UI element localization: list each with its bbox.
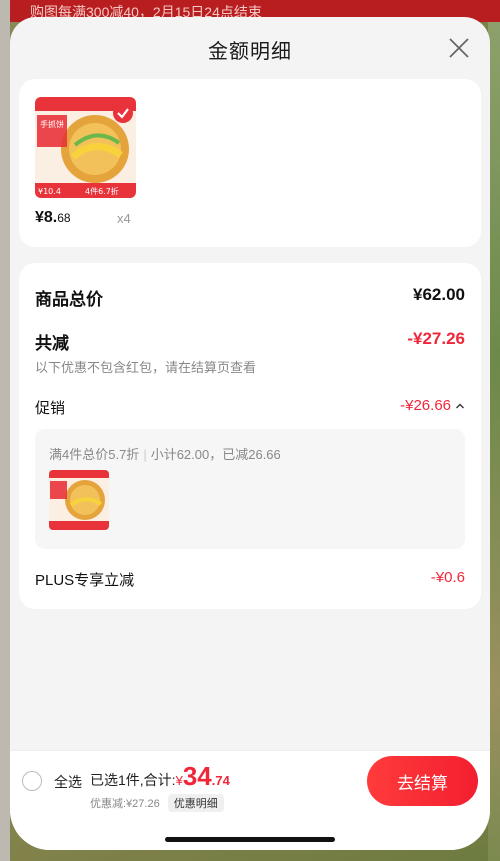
promotion-separator: | [143, 447, 147, 462]
promotion-subtotal: 小计62.00，已减26.66 [150, 447, 281, 462]
total-price-label: 商品总价 [35, 290, 103, 309]
total-price-value: ¥62.00 [413, 285, 465, 304]
promotion-toggle[interactable]: -¥26.66 [400, 397, 465, 414]
promotion-label: 促销 [35, 400, 66, 417]
promotion-detail-box: 满4件总价5.7折 | 小计62.00，已减26.66 [35, 429, 465, 549]
product-image-price: ¥10.4 [38, 187, 61, 196]
close-button[interactable] [448, 37, 470, 59]
background-left-edge [0, 0, 10, 861]
price-detail-card: 商品总价 ¥62.00 共减 -¥27.26 以下优惠不包含红包，请在结算页查看… [19, 263, 481, 609]
amount-detail-sheet: 金额明细 手抓饼 ¥10.4 4件6.7折 ¥8.68 x4 商品总价 ¥62.… [10, 17, 490, 850]
product-price: ¥8.68 [35, 209, 71, 227]
promotion-product-image[interactable] [49, 470, 109, 530]
product-image-label: 手抓饼 [40, 119, 64, 129]
select-all-radio[interactable] [22, 771, 42, 791]
home-indicator[interactable] [165, 837, 335, 842]
checkout-bar: 全选 已选1件,合计: ¥ 34 .74 优惠减:¥27.26 优惠明细 去结算 [10, 750, 490, 850]
selected-count-text: 已选1件,合计: [90, 772, 176, 788]
plus-discount-label: PLUS专享立减 [35, 572, 135, 589]
promotion-rule: 满4件总价5.7折 [49, 447, 140, 462]
plus-discount-value: -¥0.6 [430, 569, 465, 586]
check-badge-icon [113, 103, 133, 123]
total-reduction-label: 共减 [35, 334, 69, 353]
total-amount: 已选1件,合计: ¥ 34 .74 [90, 761, 230, 792]
currency-symbol: ¥ [175, 773, 183, 788]
product-price-main: ¥8. [35, 209, 58, 226]
discount-summary: 优惠减:¥27.26 优惠明细 [90, 794, 224, 812]
product-image-badge: 4件6.7折 [85, 186, 119, 196]
discount-detail-link[interactable]: 优惠明细 [167, 794, 224, 812]
promotion-description: 满4件总价5.7折 | 小计62.00，已减26.66 [49, 444, 281, 463]
sheet-header: 金额明细 [10, 17, 490, 79]
promotion-value: -¥26.66 [400, 397, 451, 414]
product-image[interactable]: 手抓饼 ¥10.4 4件6.7折 [35, 97, 136, 198]
discount-text: 优惠减:¥27.26 [90, 798, 160, 810]
product-quantity: x4 [117, 211, 131, 226]
select-all-label[interactable]: 全选 [54, 772, 82, 792]
total-reduction-value: -¥27.26 [407, 329, 465, 348]
product-card: 手抓饼 ¥10.4 4件6.7折 ¥8.68 x4 [19, 79, 481, 247]
chevron-up-icon [456, 403, 464, 408]
checkout-button[interactable]: 去结算 [367, 756, 478, 806]
close-icon [449, 38, 469, 58]
product-price-cents: 68 [57, 211, 71, 225]
sheet-title: 金额明细 [208, 41, 292, 63]
amount-integer: 34 [182, 761, 212, 791]
reduction-note: 以下优惠不包含红包，请在结算页查看 [35, 360, 257, 375]
amount-decimal: .74 [211, 773, 230, 788]
